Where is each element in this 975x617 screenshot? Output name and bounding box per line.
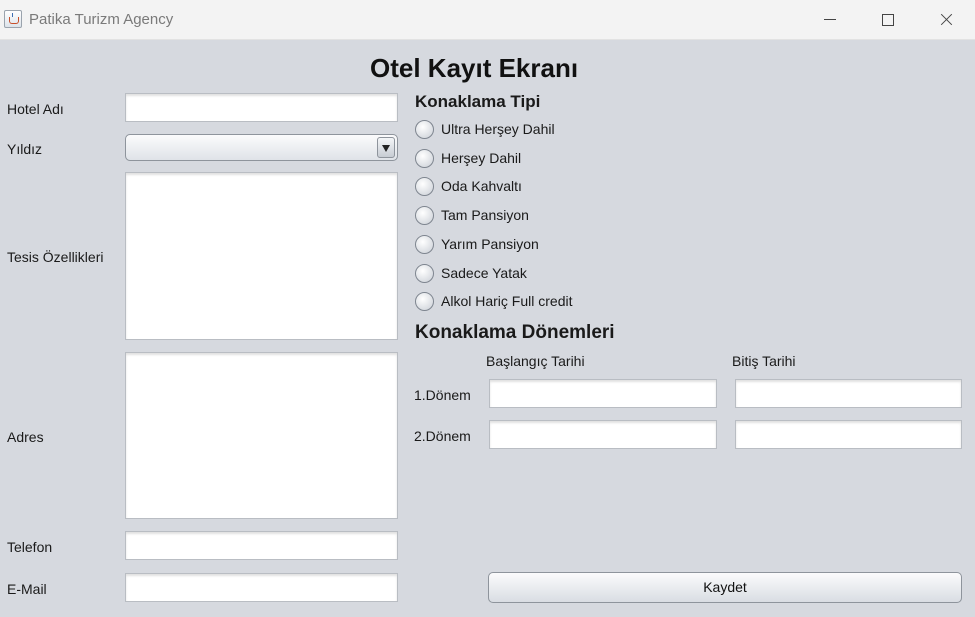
period-1-label: 1.Dönem	[414, 387, 471, 403]
close-button[interactable]	[923, 4, 969, 36]
radio-button[interactable]	[415, 292, 434, 311]
radio-label: Yarım Pansiyon	[441, 236, 539, 252]
phone-label: Telefon	[7, 539, 53, 555]
java-cup-icon	[4, 10, 22, 28]
maximize-icon	[882, 14, 894, 26]
address-textarea[interactable]	[125, 352, 398, 519]
radio-label: Herşey Dahil	[441, 150, 522, 166]
address-label: Adres	[7, 429, 44, 445]
phone-input[interactable]	[125, 531, 398, 560]
period-1-end-input[interactable]	[735, 379, 962, 408]
radio-button[interactable]	[415, 235, 434, 254]
star-select[interactable]	[125, 134, 398, 161]
radio-label: Oda Kahvaltı	[441, 178, 522, 194]
radio-label: Tam Pansiyon	[441, 207, 529, 223]
email-input[interactable]	[125, 573, 398, 602]
hotel-name-input[interactable]	[125, 93, 398, 122]
hotel-name-label: Hotel Adı	[7, 101, 64, 117]
title-bar: Patika Turizm Agency	[0, 0, 975, 40]
radio-label: Ultra Herşey Dahil	[441, 121, 555, 137]
radio-button[interactable]	[415, 149, 434, 168]
star-label: Yıldız	[7, 141, 43, 157]
radio-button[interactable]	[415, 120, 434, 139]
period-2-start-input[interactable]	[489, 420, 717, 449]
radio-button[interactable]	[415, 264, 434, 283]
end-date-header: Bitiş Tarihi	[732, 353, 796, 369]
save-button[interactable]: Kaydet	[488, 572, 962, 603]
chevron-down-icon[interactable]	[377, 137, 395, 158]
window-title: Patika Turizm Agency	[29, 11, 174, 28]
period-2-end-input[interactable]	[735, 420, 962, 449]
radio-button[interactable]	[415, 206, 434, 225]
minimize-button[interactable]	[807, 4, 853, 36]
accommodation-type-heading: Konaklama Tipi	[415, 92, 541, 111]
radio-label: Sadece Yatak	[441, 265, 527, 281]
minimize-icon	[824, 19, 836, 20]
facilities-label: Tesis Özellikleri	[7, 249, 104, 265]
period-2-label: 2.Dönem	[414, 428, 471, 444]
facilities-textarea[interactable]	[125, 172, 398, 340]
email-label: E-Mail	[7, 581, 47, 597]
period-1-start-input[interactable]	[489, 379, 717, 408]
maximize-button[interactable]	[865, 4, 911, 36]
radio-button[interactable]	[415, 177, 434, 196]
radio-label: Alkol Hariç Full credit	[441, 293, 573, 309]
periods-heading: Konaklama Dönemleri	[415, 322, 615, 343]
start-date-header: Başlangıç Tarihi	[486, 353, 585, 369]
page-title: Otel Kayıt Ekranı	[370, 53, 579, 83]
